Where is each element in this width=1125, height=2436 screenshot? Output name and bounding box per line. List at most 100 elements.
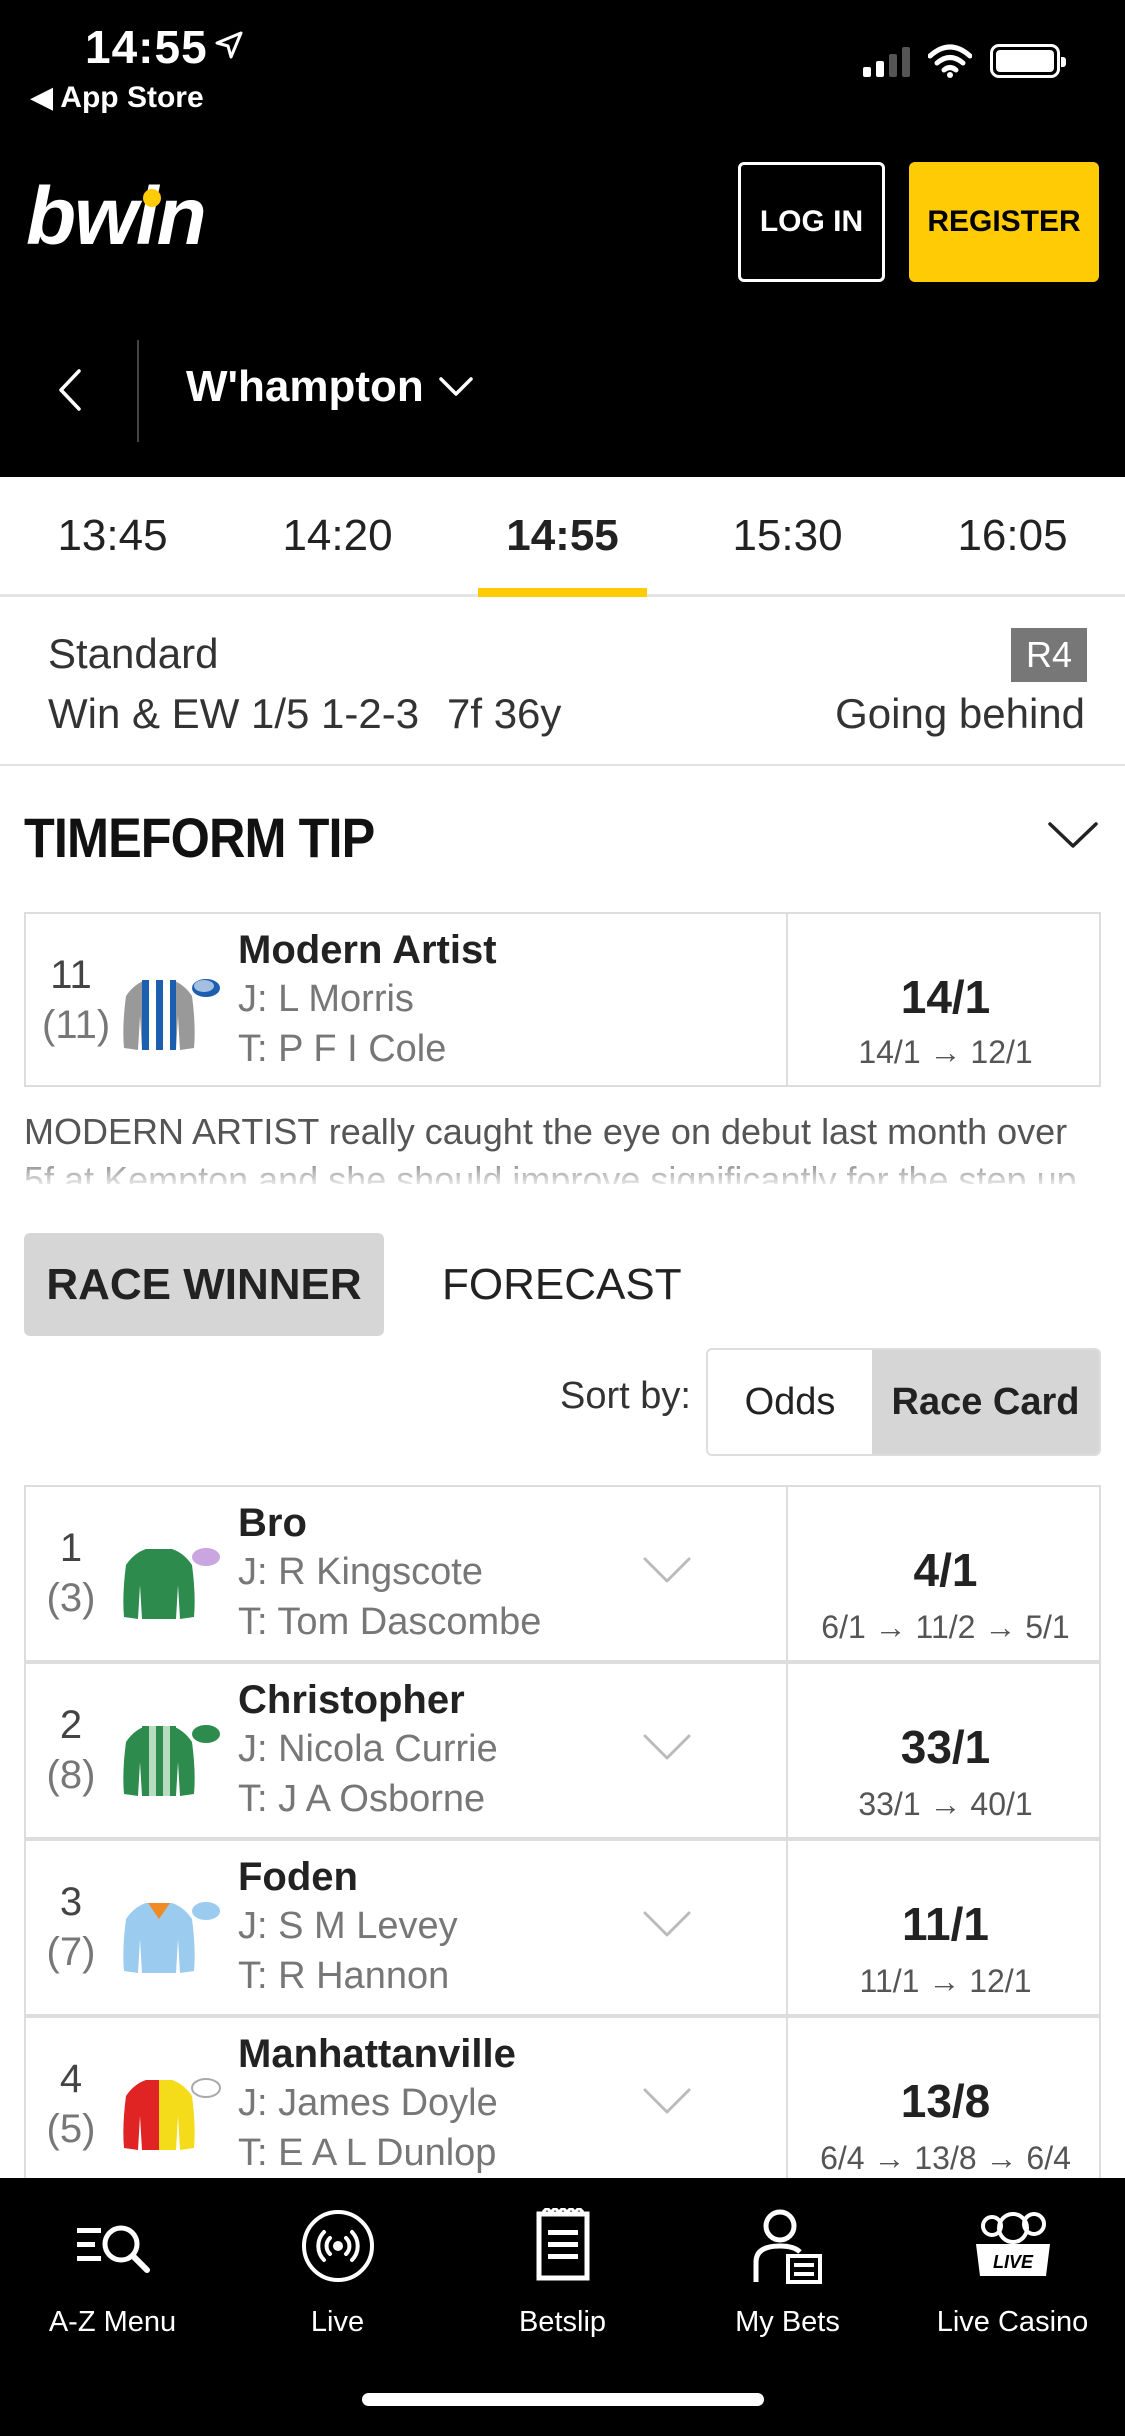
- sort-odds-button[interactable]: Odds: [708, 1350, 872, 1454]
- back-to-app-store[interactable]: ◀ App Store: [30, 80, 204, 115]
- sort-toggle: Odds Race Card: [706, 1348, 1101, 1456]
- chevron-down-icon[interactable]: [642, 2086, 692, 2116]
- my-bets-icon: [753, 2209, 822, 2284]
- tab-1455[interactable]: 14:55: [450, 477, 675, 597]
- live-icon: [301, 2210, 374, 2282]
- nav-live-casino[interactable]: LIVE Live Casino: [900, 2198, 1125, 2339]
- saddle-cloth-number: 2: [59, 1703, 83, 1747]
- nav-betslip[interactable]: Betslip: [450, 2198, 675, 2339]
- runner-number: 11 (11): [42, 950, 111, 1050]
- nav-label: Live Casino: [936, 2306, 1089, 2338]
- runner-trainer: T: E A L Dunlop: [238, 2132, 497, 2174]
- nav-my-bets[interactable]: My Bets: [675, 2198, 900, 2339]
- tab-1605[interactable]: 16:05: [900, 477, 1125, 594]
- venue-selector[interactable]: W'hampton: [186, 362, 474, 412]
- bwin-logo[interactable]: bwin: [26, 170, 207, 264]
- runner-number: 4 (5): [42, 2054, 100, 2154]
- jockey-silk-icon: [123, 979, 220, 1050]
- nav-label: Live: [310, 2306, 365, 2338]
- nav-az-menu[interactable]: A-Z Menu: [0, 2198, 225, 2339]
- odds-history: 14/1 → 12/1: [858, 1034, 1033, 1070]
- home-indicator[interactable]: [362, 2393, 764, 2406]
- register-button[interactable]: REGISTER: [909, 162, 1099, 282]
- tab-1530[interactable]: 15:30: [675, 477, 900, 594]
- saddle-cloth-number: 1: [59, 1526, 83, 1570]
- odds-button[interactable]: 4/1 6/1 → 11/2 → 5/1: [790, 1487, 1101, 1660]
- runner-details: 2 (8) Christopher J: Nicola Currie T: J …: [26, 1664, 788, 1837]
- tab-race-winner[interactable]: RACE WINNER: [24, 1233, 384, 1336]
- odds-button[interactable]: 13/8 6/4 → 13/8 → 6/4: [790, 2018, 1101, 2178]
- chevron-down-icon[interactable]: [1047, 820, 1099, 850]
- jockey-silk-icon: [123, 1725, 220, 1796]
- runner-number: 2 (8): [42, 1700, 100, 1800]
- runner-details: 3 (7) Foden J: S M Levey T: R Hannon: [26, 1841, 788, 2014]
- chevron-left-icon: [59, 369, 81, 411]
- odds-button[interactable]: 33/1 33/1 → 40/1: [790, 1664, 1101, 1837]
- odds-price: 11/1: [902, 1898, 989, 1950]
- draw-number: (3): [46, 1576, 96, 1620]
- svg-text:LIVE: LIVE: [992, 2252, 1033, 2272]
- odds-price: 14/1: [900, 971, 991, 1023]
- saddle-cloth-number: 3: [59, 1880, 83, 1924]
- chevron-down-icon[interactable]: [642, 1555, 692, 1585]
- jockey-silk-icon: [123, 1548, 220, 1619]
- odds-history: 33/1 → 40/1: [858, 1786, 1033, 1822]
- tab-forecast[interactable]: FORECAST: [442, 1233, 682, 1336]
- race-distance: 7f 36y: [447, 690, 562, 737]
- odds-button[interactable]: 14/1 14/1 → 12/1: [790, 914, 1101, 1085]
- nav-live[interactable]: Live: [225, 2198, 450, 2339]
- betslip-icon: [536, 2208, 589, 2281]
- timeform-tip-card[interactable]: 11 (11) Modern Artist J: L Morris T: P F…: [24, 912, 1101, 1087]
- login-button[interactable]: LOG IN: [738, 162, 885, 282]
- chevron-down-icon[interactable]: [642, 1732, 692, 1762]
- text-fade: [0, 1150, 1125, 1190]
- runner-details: 11 (11) Modern Artist J: L Morris T: P F…: [26, 914, 788, 1085]
- tab-1420[interactable]: 14:20: [225, 477, 450, 594]
- runner-row[interactable]: 4 (5) Manhattanville J: James Doyle T: E…: [24, 2016, 1101, 2178]
- runner-trainer: T: Tom Dascombe: [238, 1601, 542, 1643]
- runner-jockey: J: L Morris: [238, 978, 414, 1020]
- odds-price: 4/1: [913, 1544, 978, 1596]
- odds-button[interactable]: 11/1 11/1 → 12/1: [790, 1841, 1101, 2014]
- chevron-down-icon[interactable]: [642, 1909, 692, 1939]
- chevron-down-icon: [439, 377, 473, 396]
- location-arrow-icon: [215, 31, 243, 59]
- runner-trainer: T: R Hannon: [238, 1955, 450, 1997]
- draw-number: (5): [46, 2107, 96, 2151]
- draw-number: (7): [46, 1930, 96, 1974]
- sort-race-card-button[interactable]: Race Card: [872, 1350, 1099, 1454]
- runner-jockey: J: S M Levey: [238, 1905, 458, 1947]
- runner-row[interactable]: 1 (3) Bro J: R Kingscote T: Tom Dascombe…: [24, 1485, 1101, 1662]
- runner-name: Modern Artist: [238, 928, 497, 972]
- saddle-cloth-number: 4: [59, 2057, 83, 2101]
- runner-name: Manhattanville: [238, 2032, 516, 2076]
- draw-number: (11): [42, 1003, 111, 1047]
- odds-history: 6/1 → 11/2 → 5/1: [821, 1609, 1070, 1645]
- back-button[interactable]: [50, 360, 90, 420]
- tab-1345[interactable]: 13:45: [0, 477, 225, 594]
- runner-row[interactable]: 3 (7) Foden J: S M Levey T: R Hannon 11/…: [24, 1839, 1101, 2016]
- runner-list: 1 (3) Bro J: R Kingscote T: Tom Dascombe…: [0, 1480, 1125, 2178]
- runner-trainer: T: P F I Cole: [238, 1028, 447, 1070]
- runner-name: Christopher: [238, 1678, 465, 1722]
- venue-name: W'hampton: [186, 362, 424, 411]
- signal-icon: [863, 45, 910, 77]
- runner-number: 3 (7): [42, 1877, 100, 1977]
- odds-history: 11/1 → 12/1: [859, 1963, 1032, 1999]
- nav-label: My Bets: [735, 2306, 840, 2338]
- runner-jockey: J: James Doyle: [238, 2082, 498, 2124]
- nav-label: Betslip: [518, 2306, 607, 2338]
- runner-row[interactable]: 2 (8) Christopher J: Nicola Currie T: J …: [24, 1662, 1101, 1839]
- draw-number: (8): [46, 1753, 96, 1797]
- app-header: 14:55 ◀ App Store bwin LOG IN REGISTER W…: [0, 0, 1125, 477]
- odds-price: 13/8: [900, 2075, 991, 2127]
- runner-number: 1 (3): [42, 1523, 100, 1623]
- runner-jockey: J: R Kingscote: [238, 1551, 483, 1593]
- runner-details: 1 (3) Bro J: R Kingscote T: Tom Dascombe: [26, 1487, 788, 1660]
- jockey-silk-icon: [123, 2078, 221, 2150]
- runner-trainer: T: J A Osborne: [238, 1778, 486, 1820]
- battery-icon: [990, 44, 1066, 78]
- runner-jockey: J: Nicola Currie: [238, 1728, 498, 1770]
- nav-divider: [137, 340, 139, 442]
- jockey-silk-icon: [123, 1902, 220, 1973]
